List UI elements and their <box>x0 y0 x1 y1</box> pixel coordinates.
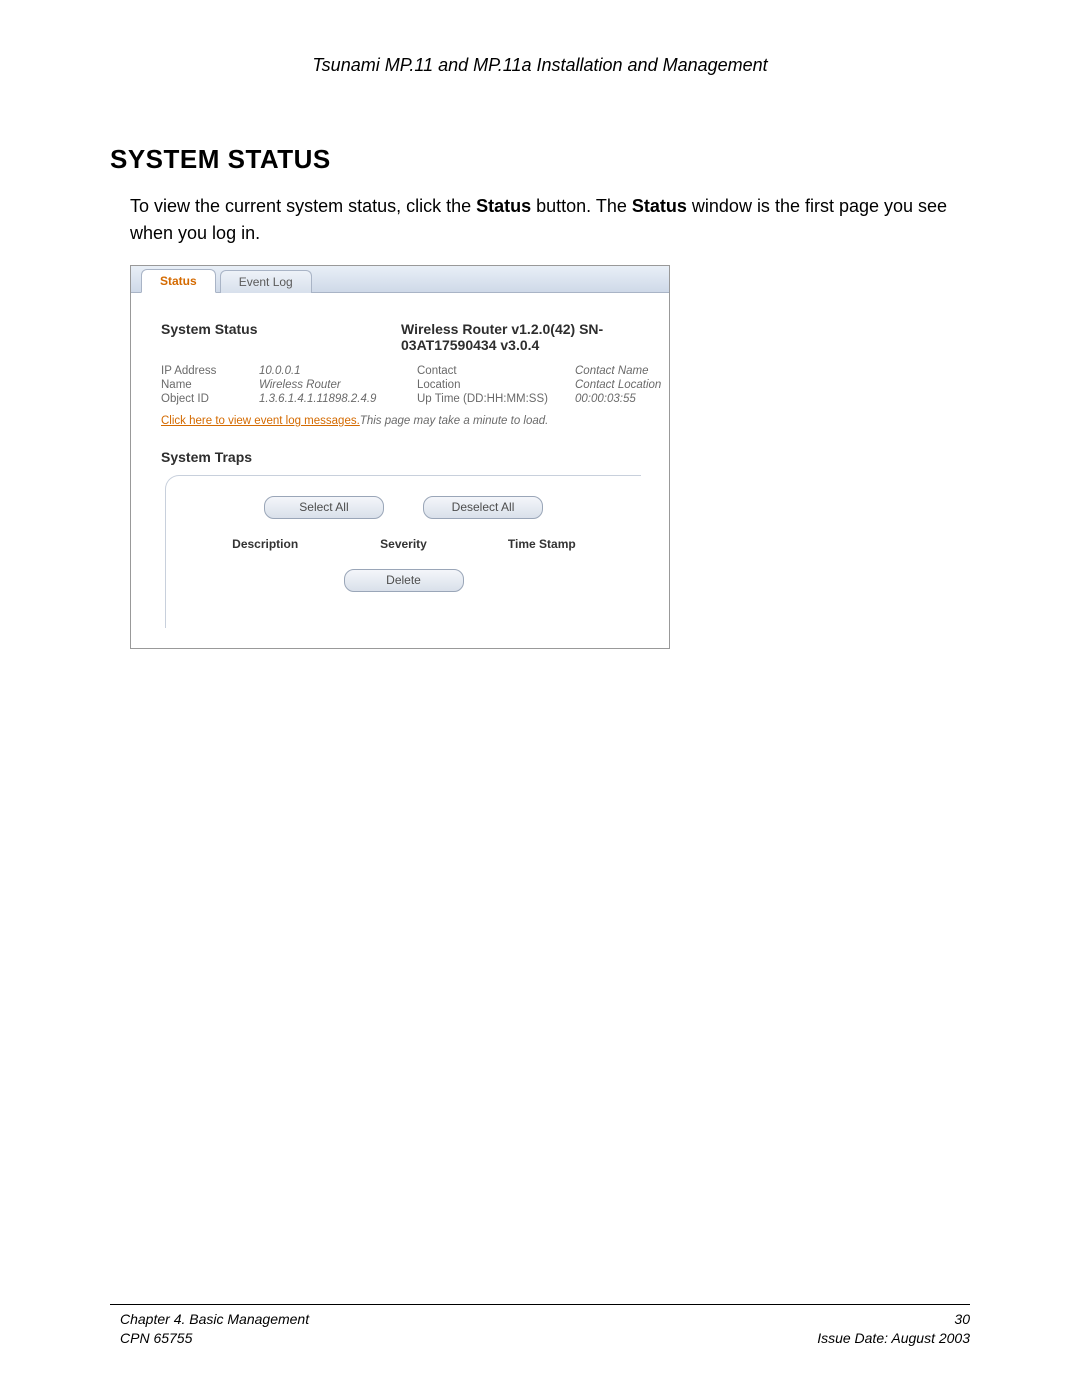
tab-bar: Status Event Log <box>131 266 669 293</box>
device-version: Wireless Router v1.2.0(42) SN-03AT175904… <box>401 321 641 353</box>
traps-table-headers: Description Severity Time Stamp <box>196 537 611 551</box>
ip-address-label: IP Address <box>161 365 251 377</box>
info-grid: IP Address 10.0.0.1 Contact Contact Name… <box>161 365 641 405</box>
col-time-stamp: Time Stamp <box>473 537 611 551</box>
body-bold-status-1: Status <box>476 196 531 216</box>
name-value: Wireless Router <box>259 379 409 391</box>
deselect-all-button[interactable]: Deselect All <box>423 496 543 519</box>
footer-page-number: 30 <box>817 1310 970 1330</box>
name-label: Name <box>161 379 251 391</box>
traps-button-row-top: Select All Deselect All <box>166 496 641 519</box>
event-log-link[interactable]: Click here to view event log messages. <box>161 415 360 427</box>
footer-right: 30 Issue Date: August 2003 <box>817 1310 970 1349</box>
system-traps-title: System Traps <box>161 449 641 465</box>
document-header: Tsunami MP.11 and MP.11a Installation an… <box>110 55 970 76</box>
contact-value: Contact Name <box>575 365 695 377</box>
status-window-screenshot: Status Event Log System Status Wireless … <box>130 265 670 649</box>
footer-chapter: Chapter 4. Basic Management <box>120 1310 309 1330</box>
body-text-prefix: To view the current system status, click… <box>130 196 476 216</box>
footer-cpn: CPN 65755 <box>120 1329 309 1349</box>
body-paragraph: To view the current system status, click… <box>130 193 970 247</box>
traps-button-row-bottom: Delete <box>166 569 641 592</box>
uptime-label: Up Time (DD:HH:MM:SS) <box>417 393 567 405</box>
contact-label: Contact <box>417 365 567 377</box>
footer-rule <box>110 1304 970 1305</box>
select-all-button[interactable]: Select All <box>264 496 384 519</box>
document-page: Tsunami MP.11 and MP.11a Installation an… <box>0 0 1080 1397</box>
page-footer: Chapter 4. Basic Management CPN 65755 30… <box>120 1310 970 1349</box>
ip-address-value: 10.0.0.1 <box>259 365 409 377</box>
system-status-title: System Status <box>161 321 257 353</box>
object-id-label: Object ID <box>161 393 251 405</box>
event-log-note: This page may take a minute to load. <box>360 415 549 427</box>
object-id-value: 1.3.6.1.4.1.11898.2.4.9 <box>259 393 409 405</box>
footer-left: Chapter 4. Basic Management CPN 65755 <box>120 1310 309 1349</box>
delete-button[interactable]: Delete <box>344 569 464 592</box>
body-bold-status-2: Status <box>632 196 687 216</box>
col-description: Description <box>196 537 334 551</box>
status-panel: System Status Wireless Router v1.2.0(42)… <box>131 293 669 648</box>
location-value: Contact Location <box>575 379 695 391</box>
tab-status[interactable]: Status <box>141 269 216 293</box>
section-heading: SYSTEM STATUS <box>110 144 970 175</box>
location-label: Location <box>417 379 567 391</box>
col-severity: Severity <box>334 537 472 551</box>
body-text-mid: button. The <box>531 196 632 216</box>
status-header-row: System Status Wireless Router v1.2.0(42)… <box>161 321 641 353</box>
event-log-line: Click here to view event log messages.Th… <box>161 415 641 427</box>
uptime-value: 00:00:03:55 <box>575 393 695 405</box>
traps-panel: Select All Deselect All Description Seve… <box>165 475 641 628</box>
tab-event-log[interactable]: Event Log <box>220 270 312 293</box>
footer-issue-date: Issue Date: August 2003 <box>817 1329 970 1349</box>
